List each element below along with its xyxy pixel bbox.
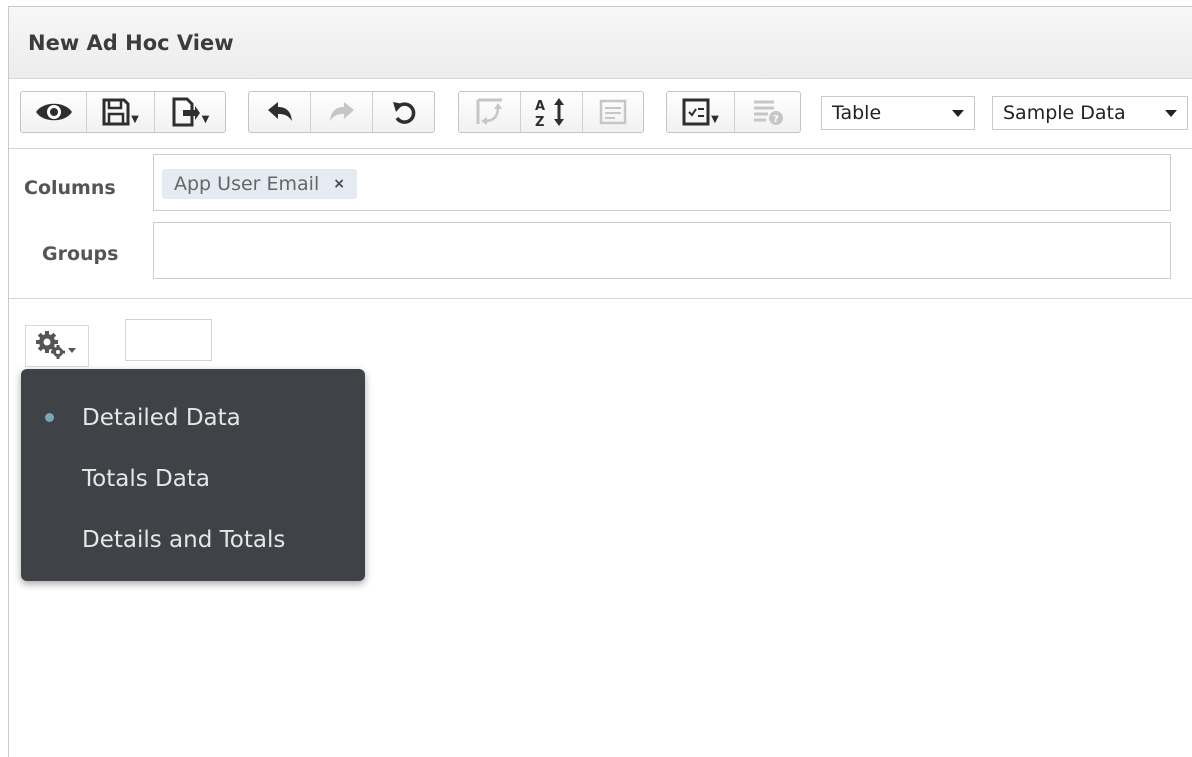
save-icon [102,98,130,126]
export-button[interactable]: ▼ [155,92,225,132]
menu-item-details-and-totals[interactable]: Details and Totals [21,509,365,570]
export-icon [172,97,200,127]
toolbar: ▼ ▼ A Z ▼ ? Table Sample Data [9,79,1192,149]
preview-button[interactable] [21,92,87,132]
redo-button[interactable] [311,92,373,132]
chevron-down-icon [952,110,964,117]
selected-dot-icon [45,413,54,422]
checklist-icon [682,98,710,126]
chevron-down-icon: ▼ [131,113,139,125]
groups-drop-zone[interactable] [153,222,1171,279]
canvas: Detailed Data Totals Data Details and To… [9,299,1192,757]
redo-icon [329,102,354,121]
input-controls-icon [599,99,627,125]
undo-all-icon [392,102,415,124]
svg-text:?: ? [773,114,779,125]
groups-label: Groups [42,243,119,265]
file-button-group: ▼ ▼ [20,91,226,133]
pivot-icon [476,98,502,125]
undo-icon [267,102,292,121]
chevron-down-icon: ▼ [711,113,719,125]
column-chip[interactable]: App User Email × [162,169,357,199]
save-button[interactable]: ▼ [87,92,155,132]
field-panels: Columns App User Email × Groups [9,149,1192,299]
remove-icon[interactable]: × [333,176,345,192]
data-mode-menu: Detailed Data Totals Data Details and To… [21,369,365,581]
history-button-group [248,91,435,133]
chevron-down-icon [1165,110,1177,117]
columns-label: Columns [24,177,116,199]
menu-item-label: Totals Data [82,465,210,492]
undo-all-button[interactable] [373,92,434,132]
data-mode-select[interactable]: Sample Data [992,96,1188,130]
input-controls-button[interactable] [583,92,643,132]
svg-text:A: A [535,99,545,114]
chevron-down-icon: ▼ [201,113,210,125]
sort-button[interactable]: A Z [521,92,583,132]
columns-drop-zone[interactable]: App User Email × [153,154,1171,211]
window-title: New Ad Hoc View [28,30,234,55]
menu-item-detailed-data[interactable]: Detailed Data [21,387,365,448]
view-type-value: Table [832,102,882,124]
data-options-button[interactable] [25,325,89,367]
filter-icon: ? [753,100,783,125]
display-options-button[interactable]: ▼ [667,92,735,132]
menu-item-totals-data[interactable]: Totals Data [21,448,365,509]
ad-hoc-view-window: New Ad Hoc View ▼ ▼ A Z ▼ ? Table Sample… [8,6,1192,757]
column-chip-label: App User Email [174,173,320,195]
page-number-input[interactable] [125,319,212,361]
menu-item-label: Details and Totals [82,526,286,553]
options-button-group: ▼ ? [666,91,801,133]
eye-icon [35,103,72,121]
view-type-select[interactable]: Table [821,96,975,130]
layout-button-group: A Z [458,91,644,133]
title-bar: New Ad Hoc View [9,7,1192,79]
filters-button[interactable]: ? [735,92,800,132]
gears-icon [36,331,76,359]
sort-icon: A Z [535,98,564,128]
svg-text:Z: Z [535,115,544,128]
data-mode-value: Sample Data [1003,102,1126,124]
undo-button[interactable] [249,92,311,132]
switch-groups-button[interactable] [459,92,521,132]
menu-item-label: Detailed Data [82,404,241,431]
